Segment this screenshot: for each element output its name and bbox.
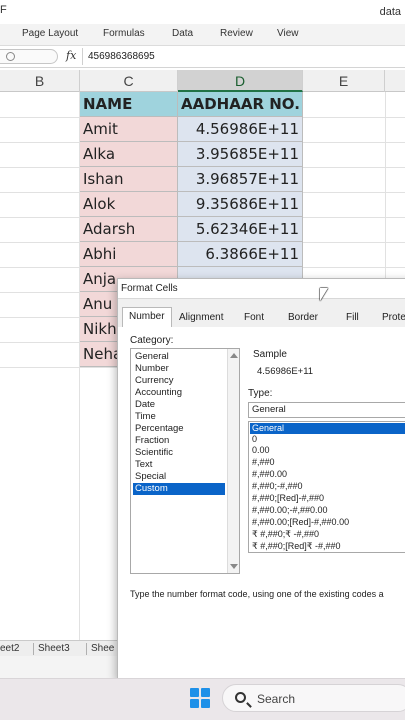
- category-item[interactable]: Special: [133, 471, 225, 483]
- format-code-list[interactable]: General 0 0.00 #,##0 #,##0.00 #,##0;-#,#…: [248, 421, 405, 553]
- cell-aadhaar[interactable]: 5.62346E+11: [178, 217, 303, 242]
- ribbon-tabs: Page Layout Formulas Data Review View: [0, 24, 405, 46]
- category-list[interactable]: General Number Currency Accounting Date …: [130, 348, 240, 574]
- column-header-b[interactable]: B: [0, 70, 80, 92]
- tab-view[interactable]: View: [277, 28, 299, 39]
- name-box[interactable]: [0, 49, 58, 64]
- title-left-glyph: F: [0, 4, 7, 16]
- sheet-tab-4[interactable]: Shee: [91, 643, 114, 654]
- cell-name[interactable]: Alok: [80, 192, 178, 217]
- column-header-c[interactable]: C: [80, 70, 178, 92]
- sample-value: 4.56986E+11: [257, 366, 314, 377]
- cell-aadhaar[interactable]: 3.95685E+11: [178, 142, 303, 167]
- cell-aadhaar[interactable]: 6.3866E+11: [178, 242, 303, 267]
- format-item[interactable]: ₹ #,##0;[Red]₹ -#,##0: [250, 541, 405, 552]
- sheet-separator: [33, 643, 34, 655]
- category-label: Category:: [130, 335, 174, 346]
- tab-protection[interactable]: Prote: [376, 309, 405, 327]
- category-item[interactable]: Percentage: [133, 423, 225, 435]
- taskbar-search[interactable]: Search: [222, 684, 405, 712]
- format-item[interactable]: #,##0.00;-#,##0.00: [250, 505, 405, 516]
- category-scrollbar[interactable]: [227, 349, 239, 573]
- category-item[interactable]: Date: [133, 399, 225, 411]
- tab-data[interactable]: Data: [172, 28, 193, 39]
- scroll-up-icon[interactable]: [230, 353, 238, 358]
- search-icon: [235, 692, 246, 703]
- cell-aadhaar[interactable]: 9.35686E+11: [178, 192, 303, 217]
- windows-logo-pane: [190, 688, 199, 697]
- format-item[interactable]: 0: [250, 434, 405, 445]
- tab-border[interactable]: Border: [282, 309, 324, 327]
- formula-bar: fx 456986368695: [0, 46, 405, 68]
- column-header-e[interactable]: E: [303, 70, 385, 92]
- type-label: Type:: [248, 388, 273, 399]
- format-cells-dialog: Format Cells Number Alignment Font Borde…: [117, 278, 405, 681]
- header-cell-aadhaar[interactable]: AADHAAR NO.: [178, 92, 303, 117]
- type-input[interactable]: General: [248, 402, 405, 418]
- mouse-cursor-icon: [320, 288, 328, 301]
- category-item[interactable]: Accounting: [133, 387, 225, 399]
- windows-logo-pane: [190, 699, 199, 708]
- format-item[interactable]: #,##0.00;[Red]-#,##0.00: [250, 517, 405, 528]
- header-cell-name[interactable]: NAME: [80, 92, 178, 117]
- cell-name[interactable]: Amit: [80, 117, 178, 142]
- category-item-selected[interactable]: Custom: [133, 483, 225, 495]
- formula-separator: [82, 48, 83, 65]
- category-item[interactable]: General: [133, 351, 225, 363]
- tab-formulas[interactable]: Formulas: [103, 28, 145, 39]
- tab-fill[interactable]: Fill: [340, 309, 365, 327]
- column-headers: B C D E: [0, 70, 405, 92]
- cell-name[interactable]: Ishan: [80, 167, 178, 192]
- search-label: Search: [257, 692, 296, 706]
- cell-aadhaar[interactable]: 4.56986E+11: [178, 117, 303, 142]
- category-item[interactable]: Scientific: [133, 447, 225, 459]
- windows-logo-pane: [201, 688, 210, 697]
- format-item-selected[interactable]: General: [250, 423, 405, 434]
- tab-page-layout[interactable]: Page Layout: [22, 28, 78, 39]
- sheet-separator: [86, 643, 87, 655]
- category-item[interactable]: Time: [133, 411, 225, 423]
- category-item[interactable]: Fraction: [133, 435, 225, 447]
- insert-function-icon[interactable]: fx: [66, 49, 76, 62]
- document-title: data: [379, 6, 401, 18]
- sheet-tabs: eet2 Sheet3 Shee: [0, 640, 120, 656]
- format-hint-text: Type the number format code, using one o…: [130, 589, 384, 599]
- category-item[interactable]: Currency: [133, 375, 225, 387]
- cell-name[interactable]: Alka: [80, 142, 178, 167]
- category-item[interactable]: Number: [133, 363, 225, 375]
- sample-label: Sample: [253, 349, 287, 360]
- cell-name[interactable]: Abhi: [80, 242, 178, 267]
- sheet-tab-2[interactable]: eet2: [0, 643, 19, 654]
- tab-alignment[interactable]: Alignment: [173, 309, 229, 327]
- category-item[interactable]: Text: [133, 459, 225, 471]
- tab-number[interactable]: Number: [122, 307, 172, 327]
- dialog-title-bar[interactable]: Format Cells: [118, 279, 405, 299]
- column-header-d[interactable]: D: [178, 70, 303, 92]
- sheet-tab-3[interactable]: Sheet3: [38, 643, 70, 654]
- dialog-title: Format Cells: [121, 283, 178, 294]
- windows-start-icon[interactable]: [190, 688, 210, 708]
- format-item[interactable]: ₹ #,##0;₹ -#,##0: [250, 529, 405, 540]
- tab-font[interactable]: Font: [238, 309, 270, 327]
- title-bar: F data: [0, 0, 405, 24]
- name-box-circle-icon: [6, 52, 15, 61]
- formula-input[interactable]: 456986368695: [88, 51, 155, 62]
- cell-aadhaar[interactable]: 3.96857E+11: [178, 167, 303, 192]
- cell-name[interactable]: Adarsh: [80, 217, 178, 242]
- format-item[interactable]: 0.00: [250, 445, 405, 456]
- windows-logo-pane: [201, 699, 210, 708]
- tab-review[interactable]: Review: [220, 28, 253, 39]
- format-item[interactable]: #,##0;[Red]-#,##0: [250, 493, 405, 504]
- format-item[interactable]: #,##0: [250, 457, 405, 468]
- format-item[interactable]: #,##0;-#,##0: [250, 481, 405, 492]
- scroll-down-icon[interactable]: [230, 564, 238, 569]
- format-item[interactable]: #,##0.00: [250, 469, 405, 480]
